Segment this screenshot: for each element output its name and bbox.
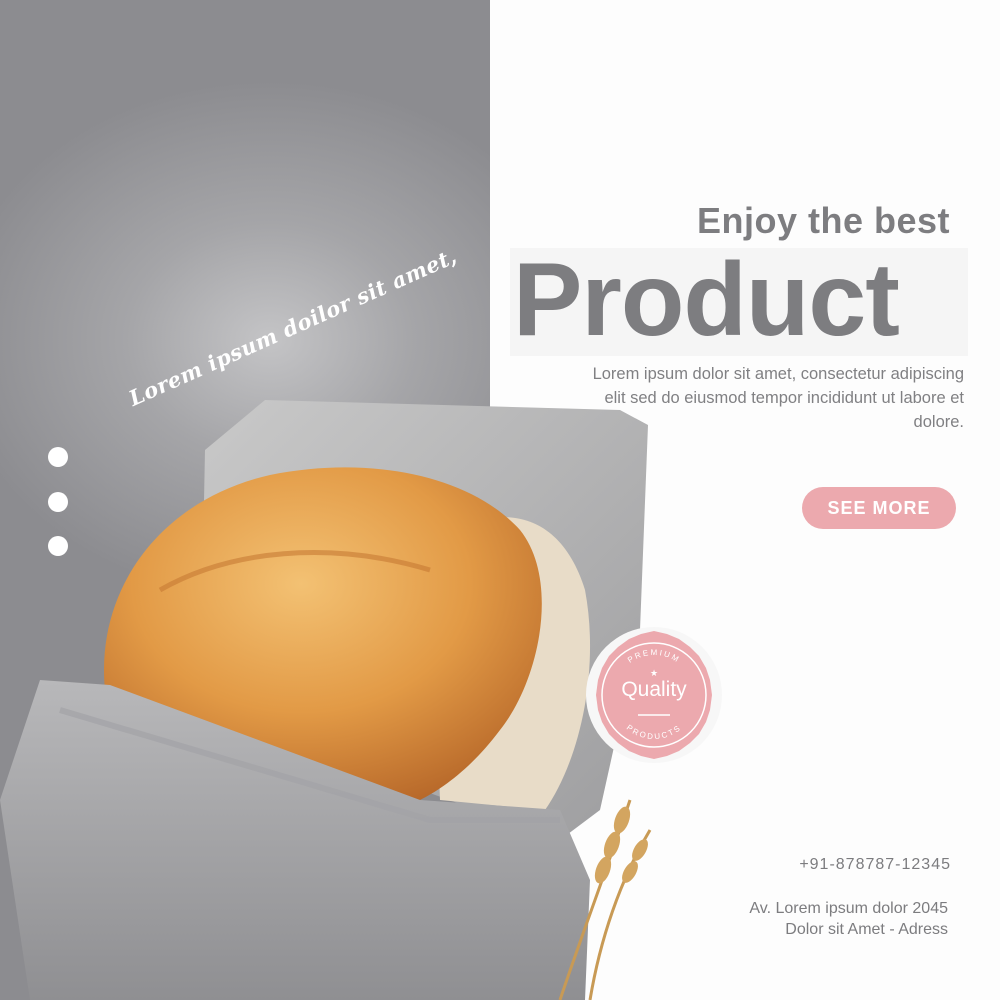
headline-big: Product <box>513 242 900 358</box>
wheat-grains <box>594 806 648 884</box>
headline-small: Enjoy the best <box>696 200 950 241</box>
quality-badge: PREMIUM PRODUCTS ★ Quality <box>582 623 726 767</box>
badge-title: Quality <box>621 678 687 701</box>
promo-poster: Lorem ipsum doilor sit amet, Enjoy the b… <box>0 0 1000 1000</box>
see-more-button[interactable]: SEE MORE <box>802 487 956 529</box>
address-line-2: Dolor sit Amet - Adress <box>785 921 948 938</box>
description-text: Lorem ipsum dolor sit amet, consectetur … <box>592 365 964 431</box>
contact-phone: +91-878787-12345 <box>799 856 951 873</box>
contact-address: Av. Lorem ipsum dolor 2045 Dolor sit Ame… <box>749 898 948 940</box>
address-line-1: Av. Lorem ipsum dolor 2045 <box>749 900 948 917</box>
